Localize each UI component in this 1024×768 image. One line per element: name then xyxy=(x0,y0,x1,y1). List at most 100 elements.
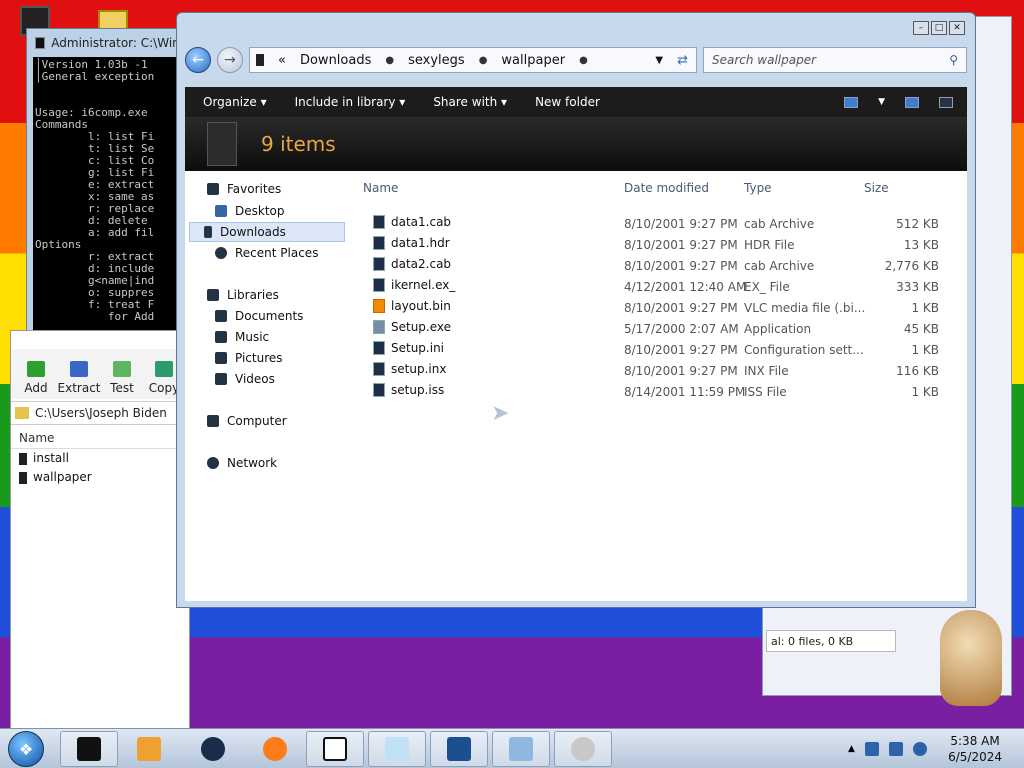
taskbar-folder-tools[interactable] xyxy=(492,731,550,767)
file-date: 8/10/2001 9:27 PM xyxy=(624,217,738,231)
breadcrumb[interactable]: « Downloads ● sexylegs ● wallpaper ● ▼ ⇄ xyxy=(249,47,697,73)
nav-label: Computer xyxy=(227,414,287,428)
taskbar-globe[interactable] xyxy=(184,731,242,767)
taskbar-firefox[interactable] xyxy=(246,731,304,767)
column-header-date[interactable]: Date modified xyxy=(624,181,709,195)
recent-places-icon xyxy=(215,247,227,259)
file-row[interactable]: Setup.ini 8/10/2001 9:27 PM Configuration … xyxy=(359,340,939,361)
nav-favorites[interactable]: Favorites xyxy=(207,179,281,199)
file-row[interactable]: setup.inx 8/10/2001 9:27 PM INX File 116 KB xyxy=(359,361,939,382)
nav-recent-places[interactable]: Recent Places xyxy=(215,243,318,263)
preview-pane-icon[interactable] xyxy=(905,96,919,108)
file-name: data2.cab xyxy=(373,257,451,271)
explorer-window[interactable]: – □ ✕ ← → « Downloads ● sexylegs ● wallp… xyxy=(176,12,976,608)
column-header-type[interactable]: Type xyxy=(744,181,772,195)
file-row[interactable]: data1.hdr 8/10/2001 9:27 PM HDR File 13 KB xyxy=(359,235,939,256)
list-item[interactable]: wallpaper xyxy=(11,468,189,487)
column-header-size[interactable]: Size xyxy=(864,181,889,195)
address-dropdown-icon[interactable]: ▼ xyxy=(655,55,663,66)
share-with-button[interactable]: Share with ▾ xyxy=(433,95,507,109)
help-icon[interactable] xyxy=(939,96,953,108)
item-count: 9 items xyxy=(261,132,336,156)
breadcrumb-sexylegs[interactable]: sexylegs xyxy=(408,53,465,68)
nav-libraries[interactable]: Libraries xyxy=(207,285,279,305)
forward-button[interactable]: → xyxy=(217,47,243,73)
nav-computer[interactable]: Computer xyxy=(207,411,287,431)
column-header-name[interactable]: Name xyxy=(11,427,189,449)
breadcrumb-separator[interactable]: ● xyxy=(479,55,488,66)
folder-icon xyxy=(19,452,27,465)
refresh-icon[interactable]: ⇄ xyxy=(677,53,688,68)
vlc-icon xyxy=(373,299,385,313)
file-type: cab Archive xyxy=(744,259,815,273)
list-item[interactable]: install xyxy=(11,449,189,468)
breadcrumb-separator[interactable]: ● xyxy=(579,55,588,66)
breadcrumb-wallpaper[interactable]: wallpaper xyxy=(501,53,565,68)
file-row[interactable]: setup.iss 8/14/2001 11:59 PM ISS File 1 KB xyxy=(359,382,939,403)
taskbar-7zip[interactable] xyxy=(306,731,364,767)
new-folder-button[interactable]: New folder xyxy=(535,95,600,109)
file-icon xyxy=(373,362,385,376)
nav-music[interactable]: Music xyxy=(215,327,269,347)
folder-icon xyxy=(19,471,27,484)
file-date: 4/12/2001 12:40 AM xyxy=(624,280,747,294)
nav-label: Recent Places xyxy=(235,246,319,260)
minimize-button[interactable]: – xyxy=(913,21,929,35)
documents-icon xyxy=(215,310,227,322)
test-button[interactable]: Test xyxy=(105,353,139,395)
maximize-button[interactable]: □ xyxy=(931,21,947,35)
network-icon[interactable] xyxy=(912,742,927,756)
back-button[interactable]: ← xyxy=(185,47,211,73)
include-in-library-button[interactable]: Include in library ▾ xyxy=(295,95,406,109)
add-button[interactable]: Add xyxy=(19,353,53,395)
close-button[interactable]: ✕ xyxy=(949,21,965,35)
file-row[interactable]: data1.cab 8/10/2001 9:27 PM cab Archive 512… xyxy=(359,214,939,235)
item-label: install xyxy=(33,451,69,465)
nav-network[interactable]: Network xyxy=(207,453,277,473)
file-size: 512 KB xyxy=(896,217,939,231)
shield-icon[interactable] xyxy=(864,742,879,756)
breadcrumb-downloads[interactable]: Downloads xyxy=(300,53,371,68)
breadcrumb-overflow[interactable]: « xyxy=(278,53,286,68)
monitor-icon[interactable] xyxy=(888,742,903,756)
folder-up-icon[interactable] xyxy=(15,407,29,419)
system-tray: ▲ 5:38 AM 6/5/2024 xyxy=(840,729,1024,768)
taskbar-console[interactable] xyxy=(430,731,488,767)
taskbar-dvd[interactable] xyxy=(554,731,612,767)
file-row[interactable]: layout.bin 8/10/2001 9:27 PM VLC media fil… xyxy=(359,298,939,319)
file-name: Setup.ini xyxy=(373,341,444,355)
search-icon[interactable]: ⚲ xyxy=(949,53,958,67)
nav-downloads[interactable]: Downloads xyxy=(189,222,345,242)
tray-expand-icon[interactable]: ▲ xyxy=(848,744,855,754)
organize-button[interactable]: Organize ▾ xyxy=(203,95,267,109)
file-name-text: data1.hdr xyxy=(391,236,450,250)
nav-documents[interactable]: Documents xyxy=(215,306,303,326)
network-icon xyxy=(207,457,219,469)
extract-button[interactable]: Extract xyxy=(58,353,101,395)
sevenzip-window[interactable]: Add Extract Test Copy C:\Users\Joseph Bi… xyxy=(10,330,190,730)
view-options-icon[interactable] xyxy=(844,96,859,108)
clock[interactable]: 5:38 AM 6/5/2024 xyxy=(948,733,1002,765)
file-name: setup.iss xyxy=(373,383,444,397)
folder-icon xyxy=(256,54,264,66)
taskbar-media-player[interactable] xyxy=(120,731,178,767)
taskbar-notepad[interactable] xyxy=(368,731,426,767)
file-row[interactable]: data2.cab 8/10/2001 9:27 PM cab Archive 2,7… xyxy=(359,256,939,277)
nav-videos[interactable]: Videos xyxy=(215,369,275,389)
file-row[interactable]: ikernel.ex_ 4/12/2001 12:40 AM EX_ File 333… xyxy=(359,277,939,298)
taskbar-explorer[interactable] xyxy=(60,731,118,767)
column-header-name[interactable]: Name xyxy=(363,181,398,195)
media-player-icon xyxy=(137,737,161,761)
copy-icon xyxy=(155,361,173,377)
file-size: 1 KB xyxy=(911,301,939,315)
start-button[interactable]: ❖ xyxy=(8,731,44,767)
sevenzip-path-bar[interactable]: C:\Users\Joseph Biden xyxy=(11,401,189,425)
search-input[interactable]: Search wallpaper ⚲ xyxy=(703,47,967,73)
view-dropdown-icon[interactable]: ▼ xyxy=(878,97,885,108)
nav-pictures[interactable]: Pictures xyxy=(215,348,283,368)
config-file-icon xyxy=(373,341,385,355)
breadcrumb-separator[interactable]: ● xyxy=(385,55,394,66)
file-row[interactable]: Setup.exe 5/17/2000 2:07 AM Application 45 … xyxy=(359,319,939,340)
nav-desktop[interactable]: Desktop xyxy=(215,201,285,221)
file-name-text: setup.inx xyxy=(391,362,447,376)
